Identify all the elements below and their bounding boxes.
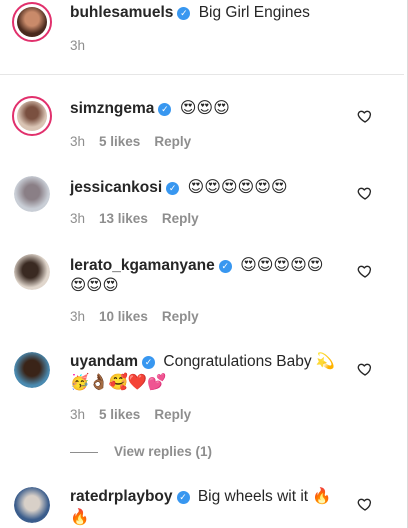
username[interactable]: uyandam: [70, 353, 138, 370]
avatar[interactable]: [12, 2, 52, 42]
likes-count[interactable]: 10 likes: [99, 309, 148, 324]
likes-count[interactable]: 5 likes: [99, 134, 140, 149]
view-replies-label: View replies (1): [114, 444, 213, 459]
likes-count[interactable]: 5 likes: [99, 407, 140, 422]
likes-count[interactable]: 13 likes: [99, 211, 148, 226]
username[interactable]: lerato_kgamanyane: [70, 257, 215, 274]
verified-badge-icon: ✓: [142, 356, 156, 369]
comment-text-continued: 🔥: [70, 508, 90, 526]
comment-time: 3h: [70, 407, 86, 422]
verified-badge-icon: ✓: [177, 7, 191, 20]
comment-text: Big Girl Engines: [198, 4, 310, 21]
username[interactable]: ratedrplayboy: [70, 488, 173, 505]
heart-outline-icon[interactable]: [357, 108, 373, 124]
comment-time: 3h: [70, 38, 86, 53]
heart-outline-icon[interactable]: [357, 361, 373, 377]
verified-badge-icon: ✓: [218, 260, 232, 273]
comment-text: Congratulations Baby 💫: [163, 353, 336, 370]
verified-badge-icon: ✓: [176, 491, 190, 504]
username[interactable]: jessicankosi: [70, 179, 162, 196]
comment-time: 3h: [70, 309, 86, 324]
avatar[interactable]: [14, 176, 50, 212]
username[interactable]: simzngema: [70, 100, 154, 117]
reply-button[interactable]: Reply: [162, 211, 199, 226]
avatar[interactable]: [14, 254, 50, 290]
avatar[interactable]: [12, 96, 52, 136]
comment-text: 😍😍😍😍😍😍: [187, 177, 288, 196]
verified-badge-icon: ✓: [166, 182, 180, 195]
avatar[interactable]: [14, 487, 50, 523]
reply-button[interactable]: Reply: [162, 309, 199, 324]
comment-time: 3h: [70, 134, 86, 149]
verified-badge-icon: ✓: [158, 103, 172, 116]
divider: [0, 74, 404, 75]
comment-text-continued: 😍😍😍: [70, 276, 119, 294]
comment-time: 3h: [70, 211, 86, 226]
avatar[interactable]: [14, 352, 50, 388]
reply-button[interactable]: Reply: [154, 134, 191, 149]
divider-dash: [70, 451, 98, 453]
view-replies-button[interactable]: View replies (1): [70, 444, 212, 459]
heart-outline-icon[interactable]: [357, 496, 373, 512]
comment-text: 😍😍😍😍😍: [240, 255, 324, 274]
heart-outline-icon[interactable]: [357, 185, 373, 201]
comment-text: Big wheels wit it 🔥: [197, 488, 332, 505]
reply-button[interactable]: Reply: [154, 407, 191, 422]
username[interactable]: buhlesamuels: [70, 4, 173, 21]
heart-outline-icon[interactable]: [357, 263, 373, 279]
comment-text: 😍😍😍: [179, 98, 230, 117]
comment-text-continued: 🥳👌🏾🥰❤️💕: [70, 373, 167, 391]
